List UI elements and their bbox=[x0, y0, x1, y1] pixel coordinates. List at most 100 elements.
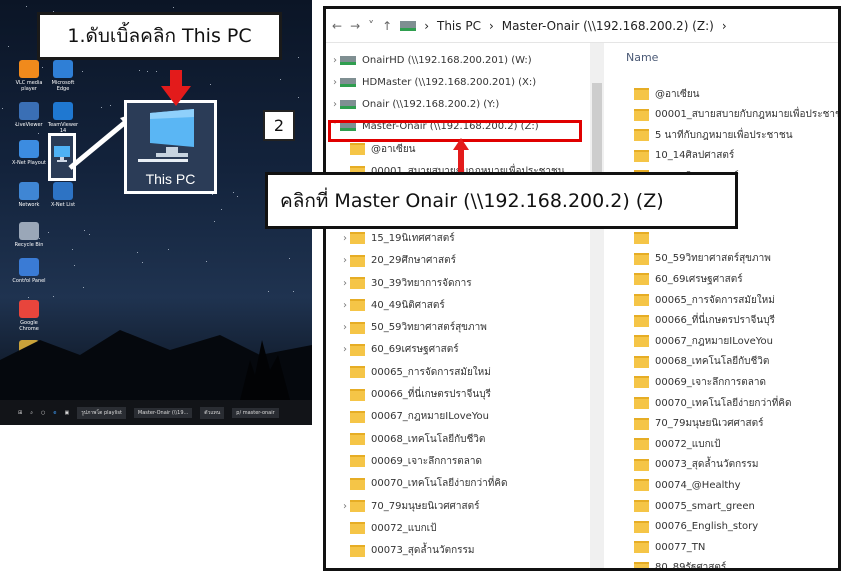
star bbox=[84, 229, 86, 231]
folder-icon bbox=[634, 355, 649, 368]
file-list-item[interactable]: 70_79มนุษยนิเวศศาสตร์ bbox=[634, 413, 763, 435]
nav-folder-item[interactable]: 00069_เจาะลึกการตลาด bbox=[340, 450, 482, 472]
desktop-icon[interactable]: X-Net List bbox=[46, 182, 80, 208]
nav-folder-label: 00068_เทคโนโลยีกับชีวิต bbox=[371, 433, 486, 445]
file-list-item[interactable]: 00066_ที่นี่เกษตรปราจีนบุรี bbox=[634, 310, 775, 332]
file-list-item[interactable]: 00076_English_story bbox=[634, 516, 758, 538]
file-list-item[interactable]: 60_69เศรษฐศาสตร์ bbox=[634, 268, 743, 290]
file-list-item[interactable]: 00068_เทคโนโลยีกับชีวิต bbox=[634, 351, 769, 373]
file-list-item[interactable]: 00073_สุดล้ำนวัตกรรม bbox=[634, 454, 759, 476]
folder-icon bbox=[350, 299, 365, 312]
file-list-item[interactable]: 00075_smart_green bbox=[634, 495, 755, 517]
back-arrow-icon[interactable]: ← bbox=[332, 19, 342, 33]
nav-folder-item[interactable]: › 20_29ศึกษาศาสตร์ bbox=[340, 250, 456, 272]
nav-folder-item[interactable]: 00066_ที่นี่เกษตรปราจีนบุรี bbox=[340, 384, 491, 406]
chevron-right-icon[interactable]: › bbox=[340, 255, 350, 266]
star bbox=[25, 6, 27, 8]
nav-folder-item[interactable]: 00072_แบกเป้ bbox=[340, 517, 436, 539]
forward-arrow-icon[interactable]: → bbox=[350, 19, 360, 33]
file-list-item[interactable]: 10_14ศิลปศาสตร์ bbox=[634, 145, 734, 167]
file-list-item[interactable]: 00070_เทคโนโลยีง่ายกว่าที่คิด bbox=[634, 392, 792, 414]
chevron-right-icon[interactable]: › bbox=[330, 55, 340, 66]
nav-folder-item[interactable]: › 30_39วิทยาการจัดการ bbox=[340, 272, 472, 294]
taskbar-app-explorer[interactable]: Master-Onair (\\19... bbox=[133, 407, 193, 418]
up-arrow-icon[interactable]: ↑ bbox=[382, 19, 392, 33]
file-list-item[interactable]: 00074_@Healthy bbox=[634, 474, 741, 496]
chevron-right-icon[interactable]: › bbox=[340, 344, 350, 355]
folder-icon bbox=[634, 149, 649, 162]
file-list-item[interactable]: 5 นาทีกับกฎหมายเพื่อประชาชน bbox=[634, 124, 793, 146]
task-view-icon[interactable]: ○ bbox=[41, 410, 45, 416]
folder-icon bbox=[350, 321, 365, 334]
nav-folder-item[interactable]: 00065_การจัดการสมัยใหม่ bbox=[340, 361, 491, 383]
star bbox=[212, 194, 214, 196]
nav-folder-label: 00073_สุดล้ำนวัตกรรม bbox=[371, 545, 475, 557]
desktop-icon[interactable]: Network bbox=[12, 182, 46, 208]
nav-folder-item[interactable]: 00067_กฎหมายILoveYou bbox=[340, 406, 489, 428]
chevron-right-icon[interactable]: › bbox=[330, 77, 340, 88]
file-list-item[interactable]: @อาเซียน bbox=[634, 83, 700, 105]
address-bar[interactable]: ← → ˅ ↑ › This PC › Master-Onair (\\192.… bbox=[326, 9, 838, 43]
app-icon bbox=[19, 182, 39, 200]
store-taskbar-icon[interactable]: ▣ bbox=[64, 410, 69, 416]
folder-icon bbox=[350, 433, 365, 446]
nav-folder-item[interactable]: › 40_49นิติศาสตร์ bbox=[340, 294, 445, 316]
nav-folder-item[interactable]: › 70_79มนุษยนิเวศศาสตร์ bbox=[340, 495, 479, 517]
taskbar-app-playlist[interactable]: รูปภาพโต playlist bbox=[77, 406, 126, 419]
taskbar-app-master[interactable]: p/ master-onair bbox=[232, 407, 279, 418]
file-list-item[interactable]: 80_89รัฐศาสตร์ bbox=[634, 557, 726, 568]
nav-folder-item[interactable]: › 60_69เศรษฐศาสตร์ bbox=[340, 339, 459, 361]
file-list-item[interactable]: 00069_เจาะลึกการตลาด bbox=[634, 371, 766, 393]
file-list-item[interactable]: 00001_สบายสบายกับกฎหมายเพื่อประชาชน bbox=[634, 104, 841, 126]
network-drive-icon bbox=[340, 100, 356, 110]
desktop-icon[interactable]: Microsoft Edge bbox=[46, 60, 80, 92]
file-list-item[interactable]: 00067_กฎหมายILoveYou bbox=[634, 330, 773, 352]
taskbar-app-mail[interactable]: ตัวแทน bbox=[200, 406, 225, 419]
nav-folder-item[interactable]: › 50_59วิทยาศาสตร์สุขภาพ bbox=[340, 317, 487, 339]
chevron-right-icon[interactable]: › bbox=[330, 99, 340, 110]
desktop-icon[interactable]: LiveViewer bbox=[12, 102, 46, 128]
nav-folder-item[interactable]: 00073_สุดล้ำนวัตกรรม bbox=[340, 540, 475, 562]
folder-icon bbox=[350, 343, 365, 356]
taskbar: ⊞ ⌕ ○ e ▣ รูปภาพโต playlist Master-Onair… bbox=[0, 400, 312, 425]
nav-drive-item[interactable]: › HDMaster (\\192.168.200.201) (X:) bbox=[330, 71, 536, 93]
windows-start-icon[interactable]: ⊞ bbox=[18, 410, 22, 416]
breadcrumb-master-onair[interactable]: Master-Onair (\\192.168.200.2) (Z:) bbox=[502, 19, 714, 33]
file-list-item[interactable]: 00065_การจัดการสมัยใหม่ bbox=[634, 289, 775, 311]
file-list-label: 00001_สบายสบายกับกฎหมายเพื่อประชาชน bbox=[655, 109, 841, 121]
desktop-icon[interactable]: X-Net Playout bbox=[12, 140, 46, 166]
folder-icon bbox=[634, 108, 649, 121]
chevron-right-icon[interactable]: › bbox=[340, 300, 350, 311]
nav-drive-label: Onair (\\192.168.200.2) (Y:) bbox=[362, 99, 500, 111]
nav-drive-item[interactable]: › OnairHD (\\192.168.200.201) (W:) bbox=[330, 49, 532, 71]
desktop-icon[interactable]: Control Panel bbox=[12, 258, 46, 284]
nav-drive-item[interactable]: › Onair (\\192.168.200.2) (Y:) bbox=[330, 94, 499, 116]
chevron-right-icon[interactable]: › bbox=[340, 501, 350, 512]
nav-folder-item[interactable]: 00070_เทคโนโลยีง่ายกว่าที่คิด bbox=[340, 473, 508, 495]
chevron-right-icon[interactable]: › bbox=[340, 322, 350, 333]
file-list-item[interactable]: 00072_แบกเป้ bbox=[634, 433, 720, 455]
file-list-item[interactable] bbox=[634, 227, 655, 249]
this-pc-label: This PC bbox=[145, 171, 196, 187]
step2-callout: 2 bbox=[263, 110, 295, 141]
file-list-label: 00072_แบกเป้ bbox=[655, 438, 721, 450]
nav-scrollbar[interactable] bbox=[590, 43, 604, 568]
folder-icon bbox=[634, 417, 649, 430]
this-pc-icon-large[interactable]: This PC bbox=[124, 100, 217, 194]
file-list-label: @อาเซียน bbox=[655, 88, 700, 100]
edge-taskbar-icon[interactable]: e bbox=[53, 410, 56, 416]
desktop-icon[interactable]: VLC media player bbox=[12, 60, 46, 92]
nav-folder-item[interactable]: › 15_19นิเทศศาสตร์ bbox=[340, 227, 455, 249]
chevron-right-icon[interactable]: › bbox=[340, 233, 350, 244]
chevron-down-icon[interactable]: ˅ bbox=[368, 19, 374, 33]
file-list-item[interactable]: 00077_TN bbox=[634, 536, 705, 558]
desktop-icon[interactable]: Recycle Bin bbox=[12, 222, 46, 248]
file-list-label: 00074_@Healthy bbox=[655, 479, 741, 491]
star bbox=[82, 71, 84, 72]
search-icon[interactable]: ⌕ bbox=[30, 410, 33, 416]
chevron-right-icon[interactable]: › bbox=[340, 278, 350, 289]
star bbox=[74, 265, 76, 267]
file-list-item[interactable]: 50_59วิทยาศาสตร์สุขภาพ bbox=[634, 248, 771, 270]
breadcrumb-this-pc[interactable]: This PC bbox=[437, 19, 481, 33]
nav-folder-item[interactable]: 00068_เทคโนโลยีกับชีวิต bbox=[340, 428, 485, 450]
